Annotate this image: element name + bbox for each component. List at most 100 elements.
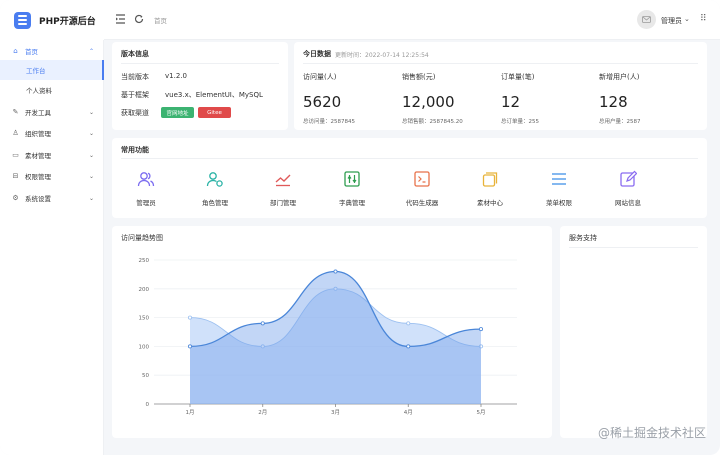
divider bbox=[121, 63, 279, 64]
feature-material[interactable]: 素材中心 bbox=[460, 170, 520, 207]
x-tick-label: 3月 bbox=[331, 409, 340, 416]
folder-icon: ▭ bbox=[12, 151, 19, 159]
breadcrumb[interactable]: 首页 bbox=[154, 15, 167, 25]
version-value: v1.2.0 bbox=[165, 72, 187, 80]
channel-key: 获取渠道 bbox=[121, 109, 149, 117]
material-icon bbox=[482, 172, 498, 187]
x-tick-label: 2月 bbox=[258, 409, 267, 416]
y-tick-label: 0 bbox=[146, 402, 150, 408]
chevron-down-icon: ⌄ bbox=[88, 172, 94, 180]
top-header: 首页 管理员 ⌄ ⠿ bbox=[104, 0, 720, 40]
stat-sales: 销售额(元) 12,000 总销售额：2587845.20 bbox=[402, 72, 463, 125]
org-icon: ♙ bbox=[12, 129, 19, 137]
x-tick-label: 4月 bbox=[404, 409, 413, 416]
features-card-title: 常用功能 bbox=[121, 146, 149, 154]
watermark: @稀土掘金技术社区 bbox=[597, 426, 706, 440]
data-point bbox=[260, 321, 265, 326]
feature-label: 管理员 bbox=[136, 199, 156, 207]
sidebar-item-label: 首页 bbox=[25, 48, 38, 56]
official-site-button[interactable]: 官网地址 bbox=[161, 107, 194, 118]
collapse-menu-icon[interactable] bbox=[114, 14, 126, 26]
refresh-icon[interactable] bbox=[133, 14, 145, 26]
sidebar-subitem-workbench[interactable]: 工作台 bbox=[0, 60, 104, 80]
data-point bbox=[188, 315, 193, 320]
update-time: 更新时间：2022-07-14 12:25:54 bbox=[335, 52, 429, 59]
sidebar-item-label: 开发工具 bbox=[25, 109, 51, 117]
logo-icon bbox=[14, 11, 31, 29]
feature-label: 角色管理 bbox=[202, 199, 228, 207]
lock-icon: ⊟ bbox=[12, 172, 19, 180]
sidebar-item-label: 系统设置 bbox=[25, 195, 51, 203]
home-icon: ⌂ bbox=[13, 47, 18, 55]
trend-chart: 0 50 100 150 200 250 1月 2月 3月 4月 5月 bbox=[139, 258, 517, 416]
divider bbox=[121, 158, 698, 159]
avatar[interactable] bbox=[637, 10, 656, 29]
framework-row: 基于框架 vue3.x、ElementUI、MySQL bbox=[121, 90, 263, 100]
data-point bbox=[333, 269, 338, 274]
stat-orders: 订单量(笔) 12 总订单量：255 bbox=[501, 72, 539, 125]
framework-key: 基于框架 bbox=[121, 91, 149, 99]
sidebar-item-devtools[interactable]: ✎ 开发工具 ⌄ bbox=[0, 101, 104, 123]
more-grid-icon[interactable]: ⠿ bbox=[700, 14, 707, 24]
version-card: 版本信息 当前版本 v1.2.0 基于框架 vue3.x、ElementUI、M… bbox=[112, 42, 288, 130]
chevron-down-icon: ⌄ bbox=[88, 194, 94, 202]
feature-codegen[interactable]: 代码生成器 bbox=[392, 170, 452, 207]
sidebar-item-label: 组织管理 bbox=[25, 130, 51, 138]
trend-chart-card: 访问量趋势图 0 50 100 150 200 250 1月 2月 3月 4月 5月 bbox=[112, 226, 552, 438]
feature-label: 素材中心 bbox=[477, 199, 503, 207]
chevron-down-icon[interactable]: ⌄ bbox=[684, 15, 690, 23]
code-gen-icon bbox=[414, 171, 430, 187]
feature-site-info[interactable]: 网站信息 bbox=[598, 170, 658, 207]
sidebar-item-home[interactable]: ⌂ 首页 ⌃ bbox=[0, 40, 104, 62]
sidebar-subitem-profile[interactable]: 个人资料 bbox=[0, 80, 104, 100]
stat-value: 5620 bbox=[303, 93, 342, 111]
stat-label: 访问量(人) bbox=[303, 73, 337, 81]
stat-value: 128 bbox=[599, 93, 628, 111]
support-card: 服务支持 bbox=[560, 226, 707, 438]
dictionary-icon bbox=[344, 171, 360, 187]
version-card-title: 版本信息 bbox=[121, 50, 149, 58]
chevron-up-icon: ⌃ bbox=[88, 47, 94, 55]
channel-row: 获取渠道 bbox=[121, 108, 165, 118]
gitee-button[interactable]: Gitee bbox=[198, 107, 231, 118]
y-tick-label: 150 bbox=[139, 316, 150, 322]
feature-label: 部门管理 bbox=[270, 199, 296, 207]
framework-value: vue3.x、ElementUI、MySQL bbox=[165, 91, 263, 99]
stat-label: 销售额(元) bbox=[402, 73, 436, 81]
app-title: PHP开源后台 bbox=[39, 16, 96, 27]
feature-label: 代码生成器 bbox=[405, 199, 439, 207]
feature-admin[interactable]: 管理员 bbox=[116, 170, 176, 207]
today-data-card: 今日数据 更新时间：2022-07-14 12:25:54 访问量(人) 562… bbox=[294, 42, 707, 130]
x-tick-label: 5月 bbox=[477, 409, 486, 416]
feature-dictionary[interactable]: 字典管理 bbox=[322, 170, 382, 207]
stat-value: 12 bbox=[501, 93, 521, 111]
sidebar-subitem-label: 工作台 bbox=[26, 67, 46, 75]
sidebar: ⌂ 首页 ⌃ 工作台 个人资料 ✎ 开发工具 ⌄ ♙ 组织管理 ⌄ ▭ 素材管理… bbox=[0, 40, 104, 455]
sidebar-item-permission[interactable]: ⊟ 权限管理 ⌄ bbox=[0, 165, 104, 187]
sidebar-item-settings[interactable]: ⚙ 系统设置 ⌄ bbox=[0, 187, 104, 209]
y-tick-label: 50 bbox=[142, 373, 149, 379]
feature-role[interactable]: 角色管理 bbox=[185, 170, 245, 207]
role-icon bbox=[206, 172, 223, 187]
dept-chart-icon bbox=[275, 174, 291, 187]
app-window: PHP开源后台 首页 管理员 ⌄ ⠿ ⌂ 首页 ⌃ 工作台 个人资料 ✎ 开发工… bbox=[0, 0, 720, 455]
sidebar-item-label: 素材管理 bbox=[25, 152, 51, 160]
admin-users-icon bbox=[137, 172, 155, 187]
divider bbox=[303, 63, 698, 64]
stat-label: 订单量(笔) bbox=[501, 73, 535, 81]
stat-new-users: 新增用户(人) 128 总用户量：2587 bbox=[599, 72, 641, 125]
user-name[interactable]: 管理员 bbox=[661, 16, 682, 26]
stat-total: 总用户量：2587 bbox=[599, 119, 641, 125]
stat-total: 总访问量：2587845 bbox=[303, 119, 355, 125]
sidebar-item-org[interactable]: ♙ 组织管理 ⌄ bbox=[0, 122, 104, 144]
chevron-down-icon: ⌄ bbox=[88, 129, 94, 137]
y-tick-label: 250 bbox=[139, 258, 150, 264]
feature-dept[interactable]: 部门管理 bbox=[253, 170, 313, 207]
stat-label: 新增用户(人) bbox=[599, 73, 640, 81]
feature-menu-permission[interactable]: 菜单权限 bbox=[529, 170, 589, 207]
divider bbox=[569, 247, 698, 248]
y-tick-label: 100 bbox=[139, 344, 150, 350]
feature-label: 字典管理 bbox=[339, 199, 365, 207]
logo-bar: PHP开源后台 bbox=[0, 0, 104, 40]
sidebar-item-material[interactable]: ▭ 素材管理 ⌄ bbox=[0, 144, 104, 166]
